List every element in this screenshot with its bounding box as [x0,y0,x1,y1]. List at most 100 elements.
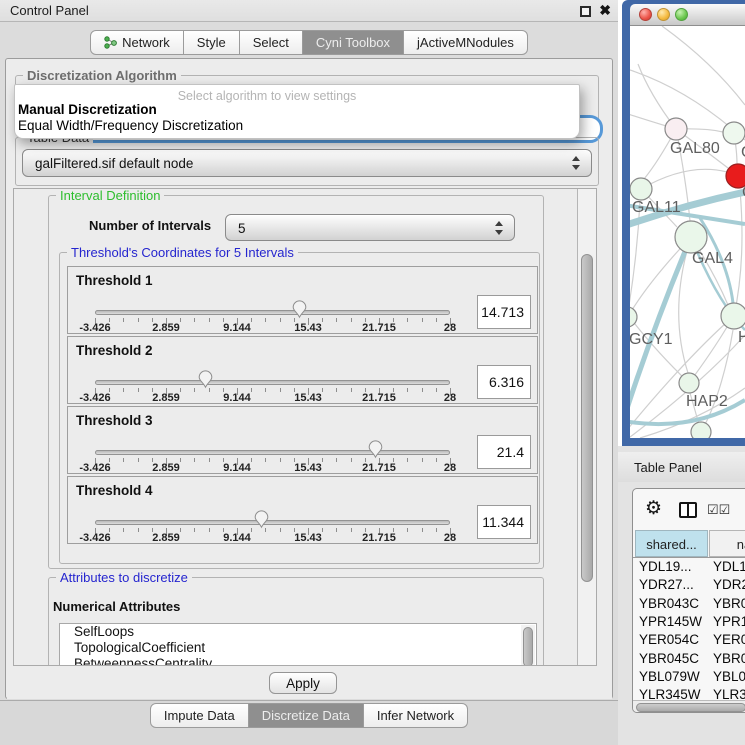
horizontal-scrollbar-thumb[interactable] [636,703,745,712]
network-node-gal4[interactable] [675,221,707,253]
number-of-intervals-combobox[interactable]: 5 [225,214,515,241]
network-node-gcy1[interactable] [630,307,637,327]
table-row[interactable]: YDL19...YDL1 [633,559,745,577]
threshold-row: Threshold 2-3.4262.8599.14415.4321.71528 [67,336,538,404]
tick-mark [351,458,352,462]
attribute-list-item[interactable]: BetweennessCentrality [60,656,536,666]
tick-label: 2.859 [141,392,191,404]
combo-updown-icon [494,220,504,236]
tick-mark [422,318,423,322]
tab-select[interactable]: Select [240,30,303,55]
tick-mark [422,458,423,462]
table-row[interactable]: YBR043CYBR0 [633,596,745,614]
tick-mark [407,318,408,322]
network-canvas[interactable]: GAL80GACGAL11GAL4GCY1HHAP2 [630,26,745,438]
vertical-scrollbar-thumb[interactable] [581,254,593,582]
network-node-gal11[interactable] [630,178,652,200]
tick-mark [280,318,281,322]
close-traffic-light[interactable] [639,8,652,21]
network-node[interactable] [691,422,711,438]
tick-mark [138,388,139,392]
tick-mark [280,528,281,532]
tick-mark [336,318,337,322]
tab-impute-data[interactable]: Impute Data [150,703,249,728]
tick-label: -3.426 [70,392,120,404]
table-data-combobox[interactable]: galFiltered.sif default node [22,149,592,177]
tick-mark [138,318,139,322]
number-of-intervals-label: Number of Intervals [89,218,211,233]
tick-label: 9.144 [212,392,262,404]
tab-style[interactable]: Style [184,30,240,55]
table-row[interactable]: YER054CYER0 [633,632,745,650]
table-row[interactable]: YDR27...YDR2 [633,577,745,595]
tab-discretize-data[interactable]: Discretize Data [249,703,364,728]
tab-cyni-toolbox[interactable]: Cyni Toolbox [303,30,404,55]
network-node-label: GAL11 [632,199,681,216]
vertical-scrollbar[interactable] [577,189,596,665]
table-row[interactable]: YPR145WYPR1 [633,614,745,632]
tab-jactivemnodules[interactable]: jActiveMNodules [404,30,528,55]
threshold-slider-track[interactable] [95,450,450,455]
threshold-slider-track[interactable] [95,310,450,315]
dropdown-item-manual-discretization[interactable]: Manual Discretization [18,102,157,117]
tick-label: 28 [425,462,475,474]
threshold-slider-thumb[interactable] [198,370,213,394]
gear-icon[interactable]: ⚙ [645,497,662,520]
column-header-shared-name[interactable]: shared... [635,530,708,557]
panel-title-bar: Control Panel ✖ [0,0,618,22]
tab-label: Cyni Toolbox [316,35,390,50]
threshold-slider-track[interactable] [95,520,450,525]
apply-button[interactable]: Apply [269,672,337,694]
cell-name: YPR1 [713,614,745,629]
dropdown-item-equal-width-frequency[interactable]: Equal Width/Frequency Discretization [18,118,243,133]
screen: Control Panel ✖ Network Style Select Cyni T… [0,0,745,745]
attribute-list-item[interactable]: SelfLoops [60,624,536,640]
network-node-h[interactable] [721,303,745,329]
network-window-titlebar [630,4,745,26]
cell-name: YBR0 [713,596,745,611]
tab-label: Select [253,35,289,50]
threshold-value-field[interactable] [477,435,531,469]
threshold-value-field[interactable] [477,505,531,539]
tick-mark [123,318,124,322]
network-view-window: GAL80GACGAL11GAL4GCY1HHAP2 [622,0,745,446]
cell-name: YBL0 [713,669,745,684]
tab-network[interactable]: Network [90,30,184,55]
tab-label: Impute Data [164,708,235,723]
threshold-slider-thumb[interactable] [254,510,269,534]
interval-definition-title: Interval Definition [56,188,164,203]
threshold-value-field[interactable] [477,295,531,329]
network-node-ga[interactable] [723,122,745,144]
network-node-gal80[interactable] [665,118,687,140]
attributes-list-scrollbar[interactable] [521,625,535,666]
minimize-traffic-light[interactable] [657,8,670,21]
cell-name: YER0 [713,632,745,647]
threshold-slider-thumb[interactable] [292,300,307,324]
tab-label: Discretize Data [262,708,350,723]
attribute-list-item[interactable]: TopologicalCoefficient [60,640,536,656]
float-icon[interactable] [580,6,591,17]
cell-name: YDR2 [713,577,745,592]
table-row[interactable]: YBL079WYBL0 [633,669,745,687]
attributes-group-title: Attributes to discretize [56,570,192,585]
settings-scrollpane: Interval Definition Number of Intervals … [13,188,597,666]
tick-label: 9.144 [212,462,262,474]
checkbox-icon[interactable]: ☑☑ [707,502,730,518]
split-columns-icon[interactable] [679,502,697,518]
threshold-value-field[interactable] [477,365,531,399]
threshold-label: Threshold 3 [76,413,153,428]
network-node-label: HAP2 [686,393,728,410]
close-icon[interactable]: ✖ [599,2,611,19]
tick-mark [123,458,124,462]
column-header-name[interactable]: na [709,530,745,557]
network-node-hap2[interactable] [679,373,699,393]
cell-shared-name: YDL19... [639,559,692,574]
tab-label: Network [122,35,170,50]
thresholds-coordinates-group: Threshold's Coordinates for 5 Intervals … [59,252,540,564]
table-row[interactable]: YBR045CYBR0 [633,651,745,669]
tab-infer-network[interactable]: Infer Network [364,703,468,728]
zoom-traffic-light[interactable] [675,8,688,21]
threshold-slider-thumb[interactable] [368,440,383,464]
threshold-slider-track[interactable] [95,380,450,385]
horizontal-scrollbar[interactable] [633,700,745,713]
